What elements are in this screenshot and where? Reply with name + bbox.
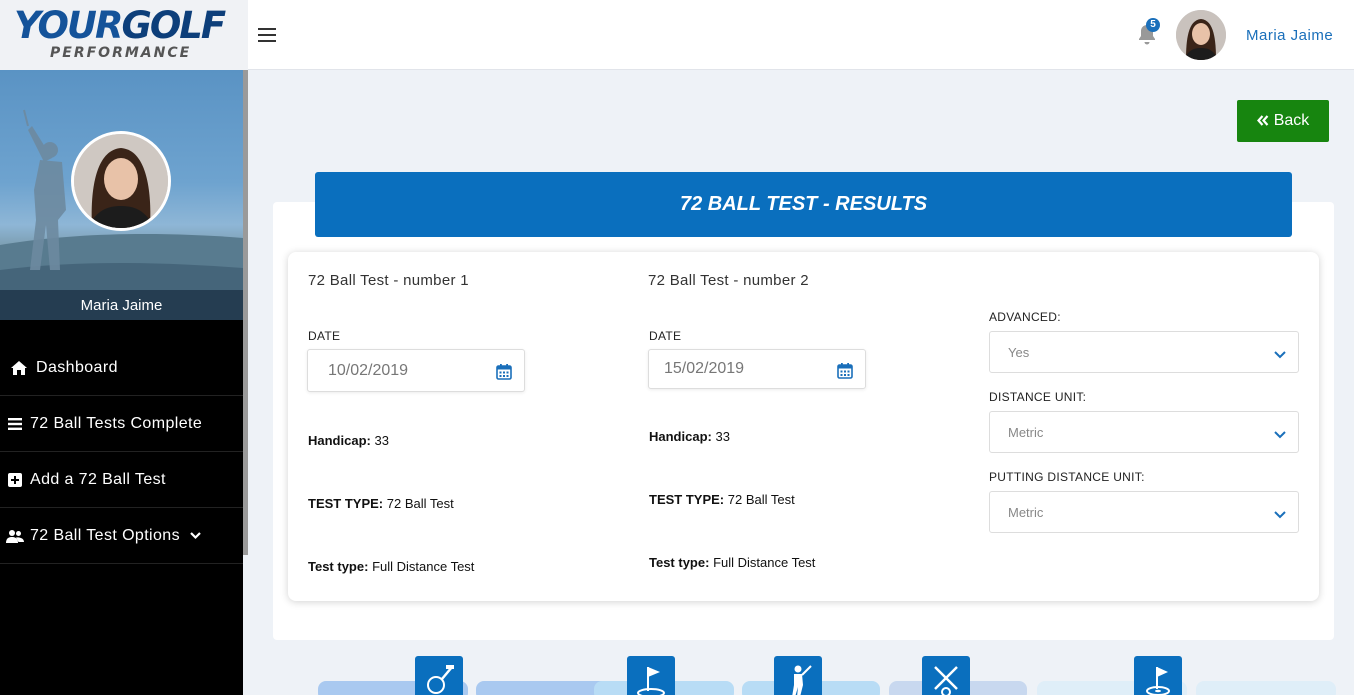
- logo[interactable]: YOURGOLF PERFORMANCE: [0, 0, 248, 70]
- putting-green-flag-icon[interactable]: [627, 656, 675, 695]
- putting-distance-unit-label: PUTTING DISTANCE UNIT:: [989, 470, 1145, 484]
- test-1-date-label: DATE: [308, 329, 341, 343]
- plus-square-icon: [4, 472, 26, 487]
- test-2-date-field[interactable]: 15/02/2019: [648, 349, 866, 389]
- back-button-label: Back: [1273, 112, 1310, 129]
- test-2-title: 72 Ball Test - number 2: [648, 272, 809, 289]
- crossed-clubs-icon[interactable]: [922, 656, 970, 695]
- sidebar-scrollbar[interactable]: [243, 70, 248, 555]
- sidebar-item-tests-complete[interactable]: 72 Ball Tests Complete: [0, 396, 243, 452]
- test-1-date-field[interactable]: 10/02/2019: [307, 349, 525, 392]
- sidebar-item-dashboard[interactable]: Dashboard: [0, 340, 243, 396]
- test-2-date-value: 15/02/2019: [664, 360, 745, 377]
- test-1-test-subtype: Test type: Full Distance Test: [308, 559, 475, 574]
- putting-distance-unit-selected-value: Metric: [1008, 504, 1044, 520]
- chevron-down-icon: [190, 531, 201, 540]
- notification-count-badge: 5: [1146, 18, 1160, 32]
- logo-wordmark: YOURGOLF: [14, 4, 226, 47]
- top-bar: YOURGOLF PERFORMANCE 5 Maria Jaime: [0, 0, 1354, 70]
- page-title: 72 BALL TEST - RESULTS: [315, 172, 1292, 237]
- distance-unit-label: DISTANCE UNIT:: [989, 390, 1087, 404]
- category-card[interactable]: [1196, 681, 1336, 695]
- sidebar-item-test-options[interactable]: 72 Ball Test Options: [0, 508, 243, 564]
- chevron-down-icon: [1274, 507, 1286, 522]
- golf-ball-club-icon[interactable]: [415, 656, 463, 695]
- calendar-icon[interactable]: [496, 363, 512, 385]
- profile-hero: Maria Jaime: [0, 70, 243, 320]
- list-icon: [4, 417, 26, 430]
- avatar[interactable]: [1176, 10, 1226, 60]
- users-icon: [4, 529, 26, 543]
- test-1-title: 72 Ball Test - number 1: [308, 272, 469, 289]
- advanced-selected-value: Yes: [1008, 344, 1030, 360]
- chevron-down-icon: [1274, 347, 1286, 362]
- menu-toggle-icon[interactable]: [258, 24, 278, 46]
- home-icon: [8, 360, 30, 376]
- distance-unit-select[interactable]: Metric: [989, 411, 1299, 453]
- sidebar: Maria Jaime Dashboard 72 Ball Tests Comp…: [0, 70, 243, 695]
- back-button[interactable]: Back: [1237, 100, 1329, 142]
- sidebar-item-label: 72 Ball Test Options: [30, 526, 181, 544]
- profile-avatar[interactable]: [71, 131, 171, 231]
- sidebar-item-label: 72 Ball Tests Complete: [30, 414, 203, 432]
- double-chevron-left-icon: [1256, 113, 1269, 130]
- distance-unit-selected-value: Metric: [1008, 424, 1044, 440]
- calendar-icon[interactable]: [837, 362, 853, 384]
- test-1-date-value: 10/02/2019: [328, 361, 409, 379]
- advanced-select[interactable]: Yes: [989, 331, 1299, 373]
- sidebar-item-add-test[interactable]: Add a 72 Ball Test: [0, 452, 243, 508]
- chevron-down-icon: [1274, 427, 1286, 442]
- logo-subtitle: PERFORMANCE: [50, 45, 192, 61]
- sidebar-item-label: Dashboard: [36, 358, 118, 376]
- test-1-test-type: TEST TYPE: 72 Ball Test: [308, 496, 454, 511]
- test-2-date-label: DATE: [649, 329, 682, 343]
- user-name-link[interactable]: Maria Jaime: [1246, 27, 1333, 44]
- test-2-test-subtype: Test type: Full Distance Test: [649, 555, 816, 570]
- advanced-label: ADVANCED:: [989, 310, 1061, 324]
- test-1-handicap: Handicap: 33: [308, 433, 389, 448]
- test-2-handicap: Handicap: 33: [649, 429, 730, 444]
- golfer-swing-icon[interactable]: [774, 656, 822, 695]
- test-2-test-type: TEST TYPE: 72 Ball Test: [649, 492, 795, 507]
- hole-flag-icon[interactable]: [1134, 656, 1182, 695]
- sidebar-item-label: Add a 72 Ball Test: [30, 470, 166, 488]
- putting-distance-unit-select[interactable]: Metric: [989, 491, 1299, 533]
- profile-name: Maria Jaime: [80, 297, 163, 314]
